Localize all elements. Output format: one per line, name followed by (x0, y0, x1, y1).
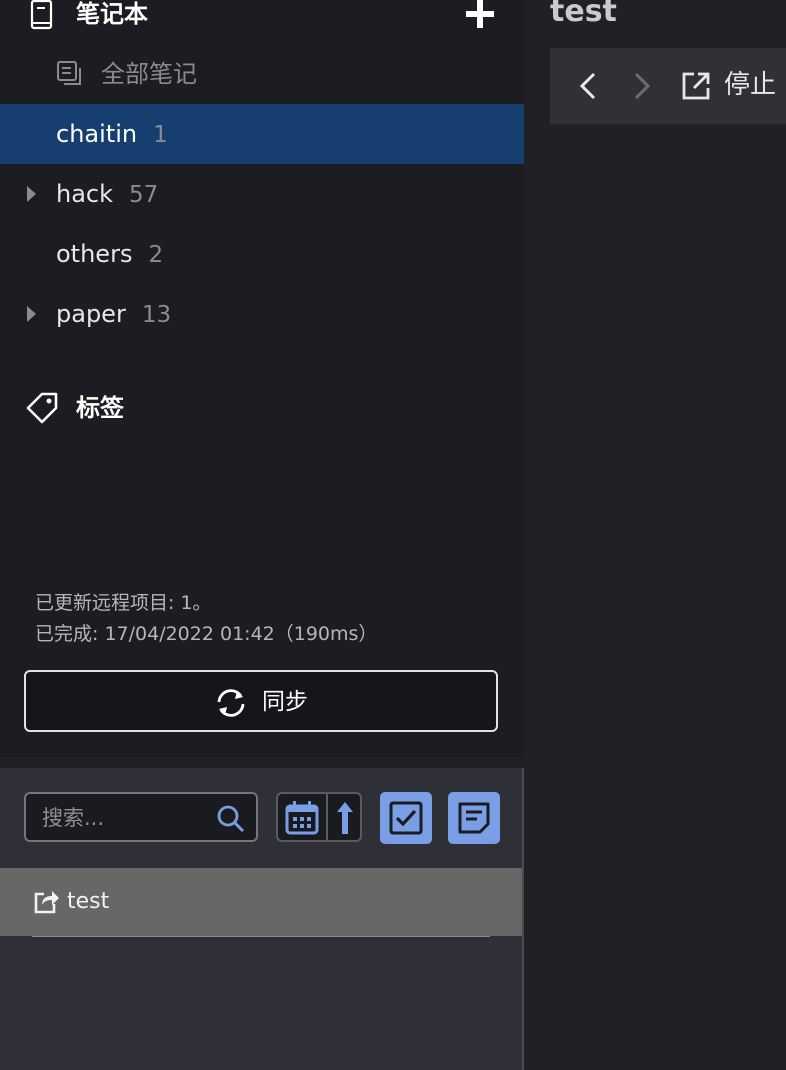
sync-button[interactable]: 同步 (24, 670, 498, 732)
sync-status-line: 已更新远程项目: 1。 (35, 592, 212, 614)
search-input[interactable] (40, 802, 204, 834)
note-title-heading[interactable]: test (550, 0, 617, 30)
notebook-count: 13 (141, 302, 172, 328)
notebook-label: hack 57 (56, 180, 159, 208)
tags-header[interactable]: 标签 (0, 386, 524, 430)
external-link-icon[interactable] (680, 70, 712, 102)
notebook-item-hack[interactable]: hack 57 (0, 164, 524, 224)
arrow-up-icon[interactable] (332, 800, 358, 836)
note-list-panel: test (0, 768, 524, 1070)
all-notes-item[interactable]: 全部笔记 (0, 52, 524, 100)
notebook-count: 57 (129, 182, 159, 208)
sync-status-line: 已完成: 17/04/2022 01:42（190ms） (35, 623, 378, 645)
expand-caret-icon[interactable] (27, 306, 36, 322)
share-icon (34, 891, 59, 914)
notes-stack-icon (57, 61, 81, 85)
sidebar: 笔记本 全部笔记 chaitin 1 hack 57 others 2 paper 13 (0, 0, 524, 757)
all-notes-label: 全部笔记 (101, 60, 197, 88)
expand-caret-icon[interactable] (27, 186, 36, 202)
notebook-item-paper[interactable]: paper 13 (0, 284, 524, 344)
tags-label: 标签 (76, 394, 124, 422)
note-title: test (67, 889, 110, 914)
sync-label: 同步 (262, 689, 308, 715)
toggle-note-button[interactable] (448, 792, 500, 844)
tag-icon (26, 392, 58, 424)
notebooks-header: 笔记本 (0, 0, 524, 30)
note-icon (458, 802, 490, 834)
divider (32, 936, 490, 937)
notebook-item-chaitin[interactable]: chaitin 1 (0, 104, 524, 164)
checkbox-icon (389, 801, 423, 835)
search-box[interactable] (24, 792, 258, 842)
chevron-left-icon[interactable] (576, 70, 600, 102)
note-list-item[interactable]: test (0, 868, 522, 937)
notebook-count: 1 (153, 122, 168, 148)
notebooks-title: 笔记本 (76, 0, 148, 28)
sync-icon (217, 689, 245, 717)
toggle-todo-button[interactable] (380, 792, 432, 844)
stop-button[interactable]: 停止 (724, 68, 776, 102)
notebook-count: 2 (148, 242, 164, 268)
search-icon[interactable] (216, 804, 246, 834)
plus-icon[interactable] (462, 0, 498, 30)
sort-control (276, 792, 362, 842)
book-icon (30, 0, 53, 30)
notebook-label: paper 13 (56, 300, 172, 328)
editor-toolbar: 停止 (550, 48, 786, 124)
sort-divider (326, 794, 328, 840)
sync-status: 已更新远程项目: 1。 已完成: 17/04/2022 01:42（190ms） (35, 588, 377, 650)
notebook-label: chaitin 1 (56, 120, 168, 148)
notebook-label: others 2 (56, 240, 164, 268)
chevron-right-icon[interactable] (630, 70, 654, 102)
notebook-item-others[interactable]: others 2 (0, 224, 524, 284)
calendar-icon[interactable] (284, 800, 320, 836)
